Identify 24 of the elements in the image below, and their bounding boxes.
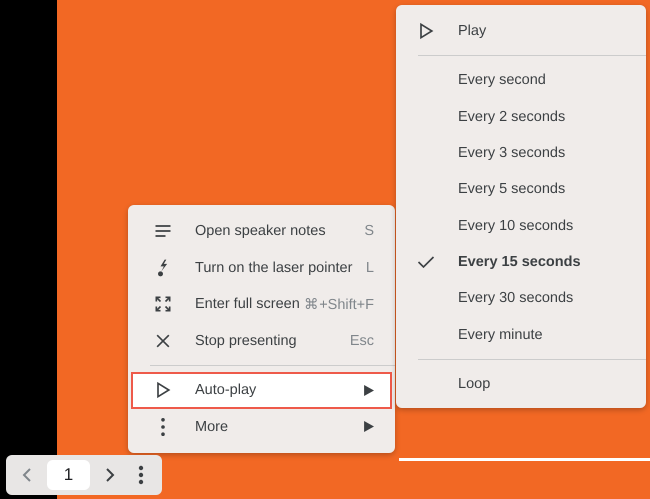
- menu-item[interactable]: Turn on the laser pointer L: [131, 250, 392, 286]
- play-item[interactable]: Play: [396, 13, 646, 50]
- page-number[interactable]: 1: [47, 460, 90, 490]
- interval-option[interactable]: Every 5 seconds: [396, 171, 646, 208]
- menu-item[interactable]: Enter full screen ⌘+Shift+F: [131, 286, 392, 322]
- interval-option[interactable]: Every 30 seconds: [396, 280, 646, 316]
- loop-item[interactable]: Loop: [396, 366, 646, 402]
- menu-item[interactable]: Auto-play: [131, 372, 392, 408]
- more-icon: [161, 418, 165, 436]
- interval-option[interactable]: Every second: [396, 62, 646, 99]
- more-icon: [138, 465, 144, 485]
- interval-option[interactable]: Every 2 seconds: [396, 98, 646, 135]
- menu-item[interactable]: Open speaker notes S: [131, 213, 392, 250]
- menu-item[interactable]: More: [131, 408, 392, 445]
- submenu-arrow-icon: [363, 384, 374, 396]
- interval-option[interactable]: Every 3 seconds: [396, 134, 646, 172]
- menu-item[interactable]: Stop presenting Esc: [131, 322, 392, 359]
- chevron-left-icon: [22, 467, 32, 483]
- submenu-arrow-icon: [363, 421, 374, 432]
- interval-option[interactable]: Every 10 seconds: [396, 207, 646, 244]
- interval-option[interactable]: Every 15 seconds: [396, 244, 646, 280]
- chevron-right-icon: [105, 467, 116, 483]
- expand-icon: [153, 294, 173, 314]
- interval-option[interactable]: Every minute: [396, 316, 646, 353]
